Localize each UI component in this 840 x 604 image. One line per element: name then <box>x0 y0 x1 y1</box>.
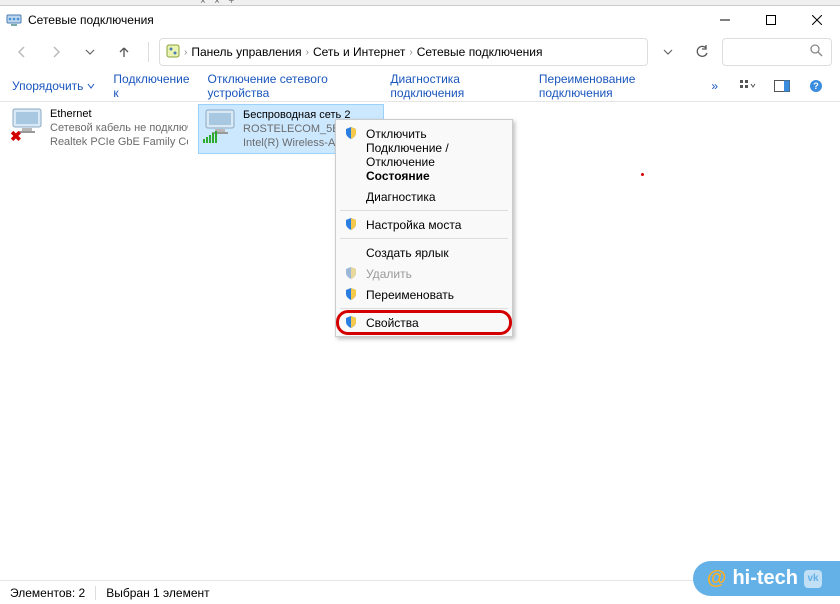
titlebar: Сетевые подключения <box>0 6 840 34</box>
ethernet-icon: ✖ <box>10 107 44 145</box>
shield-icon <box>344 287 358 301</box>
back-button[interactable] <box>8 38 36 66</box>
connection-name: Ethernet <box>50 107 188 121</box>
breadcrumb-seg1[interactable]: Панель управления <box>191 45 301 59</box>
shield-icon <box>344 217 358 231</box>
network-connections-icon <box>6 12 22 28</box>
separator <box>340 308 508 309</box>
disconnected-x-icon: ✖ <box>10 128 22 145</box>
diagnose-button[interactable]: Диагностика подключения <box>390 72 520 100</box>
ctx-status[interactable]: Состояние <box>338 165 510 186</box>
preview-pane-button[interactable] <box>770 74 794 98</box>
address-bar[interactable]: › Панель управления › Сеть и Интернет › … <box>159 38 648 66</box>
recent-locations-button[interactable] <box>76 38 104 66</box>
vk-icon: vk <box>804 570 822 588</box>
chevron-right-icon[interactable]: › <box>306 47 309 58</box>
annotation-dot <box>641 173 644 176</box>
connection-adapter: Realtek PCIe GbE Family Controller <box>50 135 188 149</box>
connection-status: Сетевой кабель не подключен <box>50 121 188 135</box>
shield-icon <box>344 126 358 140</box>
chevron-right-icon[interactable]: › <box>409 47 412 58</box>
status-element-count: Элементов: 2 <box>10 586 85 600</box>
up-button[interactable] <box>110 38 138 66</box>
chevron-right-icon[interactable]: › <box>184 47 187 58</box>
minimize-button[interactable] <box>702 6 748 34</box>
control-panel-icon <box>166 44 180 61</box>
separator <box>340 238 508 239</box>
ctx-shortcut[interactable]: Создать ярлык <box>338 242 510 263</box>
shield-icon <box>344 266 358 280</box>
forward-button[interactable] <box>42 38 70 66</box>
rename-button[interactable]: Переименование подключения <box>539 72 693 100</box>
ctx-rename[interactable]: Переименовать <box>338 284 510 305</box>
breadcrumb-seg2[interactable]: Сеть и Интернет <box>313 45 405 59</box>
close-button[interactable] <box>794 6 840 34</box>
ctx-bridge[interactable]: Настройка моста <box>338 214 510 235</box>
help-button[interactable]: ? <box>804 74 828 98</box>
connection-ethernet[interactable]: ✖ Ethernet Сетевой кабель не подключен R… <box>6 104 192 152</box>
navigation-bar: › Панель управления › Сеть и Интернет › … <box>0 34 840 70</box>
address-dropdown-button[interactable] <box>654 38 682 66</box>
window-title: Сетевые подключения <box>28 13 702 27</box>
command-bar: Упорядочить Подключение к Отключение сет… <box>0 70 840 102</box>
search-icon <box>810 44 823 60</box>
browser-tab-remnant: × × + <box>0 0 840 6</box>
shield-icon <box>344 315 358 329</box>
view-options-button[interactable] <box>736 74 760 98</box>
more-commands-button[interactable]: » <box>711 79 718 93</box>
ctx-connect-disconnect[interactable]: Подключение / Отключение <box>338 144 510 165</box>
ctx-delete: Удалить <box>338 263 510 284</box>
ctx-diagnose[interactable]: Диагностика <box>338 186 510 207</box>
connect-to-button[interactable]: Подключение к <box>113 72 189 100</box>
ctx-properties[interactable]: Свойства <box>338 312 510 333</box>
wifi-icon <box>203 108 237 146</box>
svg-text:?: ? <box>813 81 819 91</box>
breadcrumb-seg3[interactable]: Сетевые подключения <box>417 45 543 59</box>
organize-menu[interactable]: Упорядочить <box>12 79 95 93</box>
disable-device-button[interactable]: Отключение сетевого устройства <box>208 72 373 100</box>
context-menu: Отключить Подключение / Отключение Состо… <box>335 119 513 337</box>
maximize-button[interactable] <box>748 6 794 34</box>
search-input[interactable] <box>722 38 832 66</box>
refresh-button[interactable] <box>688 38 716 66</box>
signal-strength-icon <box>203 131 217 146</box>
watermark: @ hi-tech vk <box>693 561 840 596</box>
at-icon: @ <box>707 567 727 590</box>
separator <box>340 210 508 211</box>
status-selected-count: Выбран 1 элемент <box>106 586 209 600</box>
